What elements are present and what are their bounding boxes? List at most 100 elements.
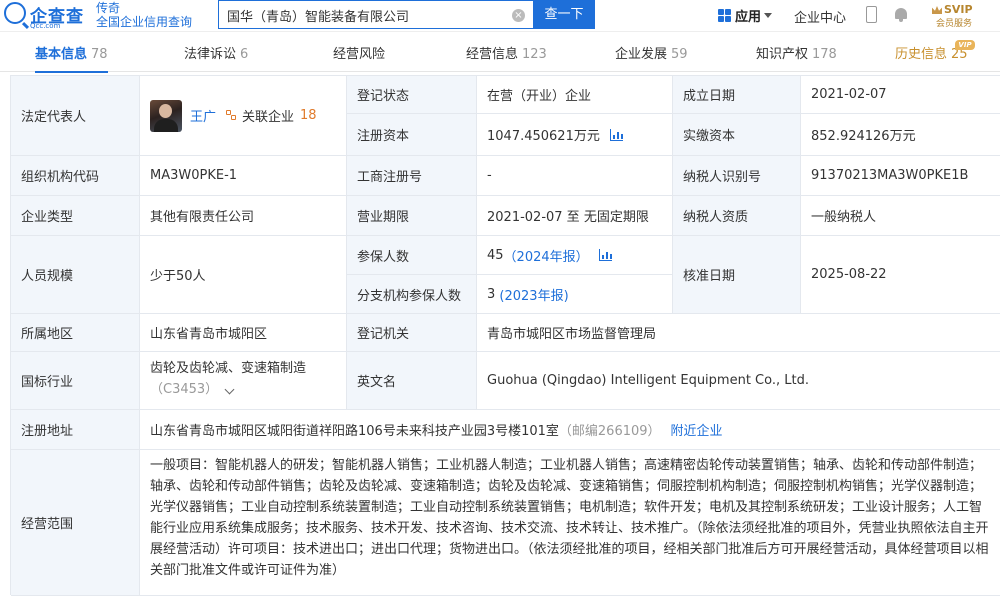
- biz-reg-no-value: -: [477, 156, 673, 196]
- insured-count: 45: [487, 247, 504, 263]
- paid-capital-label: 实缴资本: [673, 114, 801, 156]
- tab-label: 经营风险: [333, 47, 386, 62]
- related-companies-icon: [226, 109, 238, 122]
- region-label: 所属地区: [11, 314, 140, 352]
- search-box: ×: [218, 0, 533, 29]
- found-date-label: 成立日期: [673, 76, 801, 114]
- caret-down-icon: [764, 12, 773, 18]
- vip-badge: VIP: [955, 40, 975, 50]
- magnifier-logo-icon: [4, 2, 26, 24]
- staff-size-value: 少于50人: [140, 236, 347, 314]
- svip-label: SVIP: [944, 3, 973, 16]
- notification-bell-icon[interactable]: [894, 6, 908, 22]
- paid-capital-value: 852.924126万元: [801, 114, 1000, 156]
- legal-rep-label: 法定代表人: [11, 76, 140, 156]
- reg-authority-label: 登记机关: [347, 314, 477, 352]
- biz-term-label: 营业期限: [347, 196, 477, 236]
- biz-reg-no-label: 工商注册号: [347, 156, 477, 196]
- related-companies-link[interactable]: 关联企业: [242, 106, 294, 125]
- tab-label: 基本信息: [35, 47, 88, 62]
- industry-cell: 齿轮及齿轮减、变速箱制造 （C3453）: [140, 352, 347, 410]
- legal-rep-name-link[interactable]: 王广: [190, 106, 216, 125]
- address-cell: 山东省青岛市城阳区城阳街道祥阳路106号未来科技产业园3号楼101室 （邮编26…: [140, 410, 1000, 450]
- insured-label: 参保人数: [347, 236, 477, 275]
- brand-tagline-line2: 全国企业信用查询: [96, 15, 193, 29]
- tab-label: 历史信息: [895, 47, 948, 62]
- reg-status-value: 在营（开业）企业: [477, 76, 673, 114]
- avatar[interactable]: [150, 99, 182, 132]
- insured-trend-chart-icon[interactable]: [598, 249, 612, 261]
- found-date-value: 2021-02-07: [801, 76, 1000, 114]
- staff-size-label: 人员规模: [11, 236, 140, 314]
- address-value: 山东省青岛市城阳区城阳街道祥阳路106号未来科技产业园3号楼101室: [150, 424, 559, 439]
- tab-label: 知识产权: [756, 47, 809, 62]
- svip-member-button[interactable]: SVIP 会员服务: [930, 2, 980, 29]
- english-name-label: 英文名: [347, 352, 477, 410]
- org-code-value: MA3W0PKE-1: [140, 156, 347, 196]
- enterprise-center-link[interactable]: 企业中心: [794, 7, 846, 26]
- section-tabs: 基本信息 78 法律诉讼 6 经营风险 经营信息 123 企业发展 59 知识产权 178…: [0, 40, 1000, 73]
- taxpayer-id-value: 91370213MA3W0PKE1B: [801, 156, 1000, 196]
- reg-capital-label: 注册资本: [347, 114, 477, 156]
- app-menu-label: 应用: [735, 9, 762, 25]
- mobile-app-icon[interactable]: [866, 6, 877, 23]
- reg-status-label: 登记状态: [347, 76, 477, 114]
- taxpayer-qual-value: 一般纳税人: [801, 196, 1000, 236]
- app-grid-icon: [718, 8, 731, 22]
- company-type-value: 其他有限责任公司: [140, 196, 347, 236]
- top-header: 企查查 Qcc.com 传奇 全国企业信用查询 × 查一下 应用 企业中心 SV…: [0, 0, 1000, 32]
- approval-date-value: 2025-08-22: [801, 236, 1000, 314]
- branch-insured-cell: 3 (2023年报): [477, 275, 673, 314]
- postcode: （邮编266109）: [558, 424, 661, 439]
- address-label: 注册地址: [11, 410, 140, 450]
- branch-insured-count: 3: [487, 286, 496, 302]
- tab-label: 企业发展: [615, 47, 668, 62]
- approval-date-label: 核准日期: [673, 236, 801, 314]
- taxpayer-qual-label: 纳税人资质: [673, 196, 801, 236]
- branch-insured-label: 分支机构参保人数: [347, 275, 477, 314]
- region-value: 山东省青岛市城阳区: [140, 314, 347, 352]
- tab-count: 6: [240, 47, 249, 62]
- app-menu-dropdown[interactable]: 应用: [718, 6, 773, 25]
- biz-term-value: 2021-02-07 至 无固定期限: [477, 196, 673, 236]
- industry-code: （C3453）: [150, 382, 219, 397]
- search-input[interactable]: [227, 5, 507, 25]
- reg-capital-value: 1047.450621万元: [487, 129, 600, 144]
- english-name-value: Guohua (Qingdao) Intelligent Equipment C…: [477, 352, 1000, 410]
- branch-insured-report-link[interactable]: (2023年报): [499, 285, 568, 304]
- brand-tagline: 传奇 全国企业信用查询: [96, 1, 206, 31]
- capital-trend-chart-icon[interactable]: [609, 128, 623, 141]
- tab-count: 123: [522, 47, 547, 62]
- company-type-label: 企业类型: [11, 196, 140, 236]
- tab-count: 78: [91, 47, 108, 62]
- tab-operating-info[interactable]: 经营信息 123: [466, 40, 547, 72]
- search-button[interactable]: 查一下: [533, 0, 595, 29]
- reg-authority-value: 青岛市城阳区市场监督管理局: [477, 314, 1000, 352]
- chevron-down-icon[interactable]: [224, 384, 235, 395]
- basic-info-table: 法定代表人 王广 关联企业 18 登记状态 在营（开业）企业 成立日期 2021…: [10, 75, 1000, 596]
- taxpayer-id-label: 纳税人识别号: [673, 156, 801, 196]
- related-companies-count[interactable]: 18: [300, 108, 317, 123]
- tab-basic-info[interactable]: 基本信息 78: [35, 40, 108, 73]
- brand-tagline-line1: 传奇: [96, 1, 121, 15]
- tab-count: 59: [671, 47, 688, 62]
- qcc-logo[interactable]: 企查查 Qcc.com: [4, 2, 94, 30]
- org-code-label: 组织机构代码: [11, 156, 140, 196]
- logo-domain: Qcc.com: [30, 22, 61, 30]
- tab-operating-risk[interactable]: 经营风险: [333, 40, 385, 72]
- industry-value: 齿轮及齿轮减、变速箱制造: [150, 361, 307, 376]
- industry-label: 国标行业: [11, 352, 140, 410]
- insured-cell: 45 （2024年报）: [477, 236, 673, 275]
- tab-legal-litigation[interactable]: 法律诉讼 6: [184, 40, 248, 72]
- insured-report-link[interactable]: （2024年报）: [504, 246, 589, 265]
- nearby-companies-link[interactable]: 附近企业: [671, 420, 723, 439]
- crown-icon: [932, 6, 942, 14]
- tab-enterprise-development[interactable]: 企业发展 59: [615, 40, 688, 72]
- scope-value: 一般项目：智能机器人的研发；智能机器人销售；工业机器人制造；工业机器人销售；高速…: [140, 450, 1000, 596]
- reg-capital-cell: 1047.450621万元: [477, 114, 673, 156]
- tab-label: 法律诉讼: [184, 47, 237, 62]
- clear-search-icon[interactable]: ×: [512, 9, 525, 22]
- tab-intellectual-property[interactable]: 知识产权 178: [756, 40, 837, 72]
- tab-label: 经营信息: [466, 47, 519, 62]
- scope-label: 经营范围: [11, 450, 140, 596]
